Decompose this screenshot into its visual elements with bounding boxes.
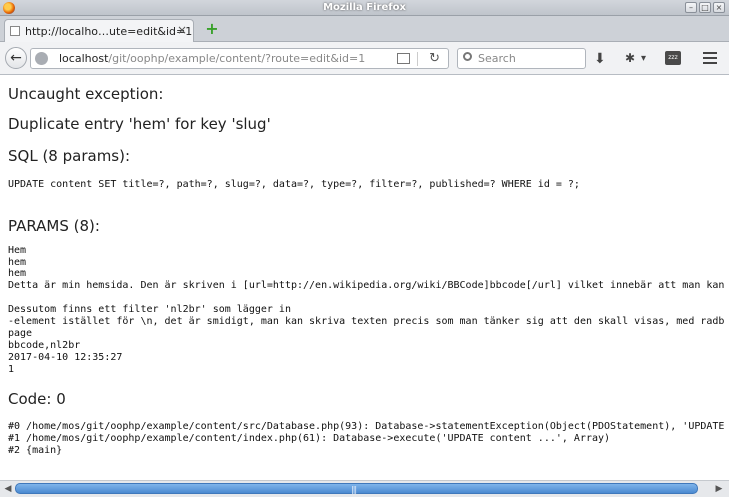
param-line: bbcode,nl2br	[8, 340, 81, 351]
url-host: localhost	[59, 52, 109, 65]
new-tab-plus-icon[interactable]: +	[205, 21, 219, 37]
params-heading: PARAMS (8):	[8, 217, 100, 235]
trace-line: #0 /home/mos/git/oophp/example/content/s…	[8, 421, 725, 432]
tab-close-icon[interactable]: ×	[177, 23, 187, 37]
url-divider	[417, 52, 418, 66]
reader-view-icon[interactable]	[397, 53, 410, 64]
back-arrow-icon[interactable]: ←	[5, 47, 27, 69]
url-bar[interactable]: localhost/git/oophp/example/content/?rou…	[30, 48, 449, 69]
navigation-toolbar: ← localhost/git/oophp/example/content/?r…	[0, 42, 729, 75]
sleep-tabs-icon[interactable]: zzz	[665, 51, 681, 65]
param-line: Hem	[8, 245, 27, 256]
param-line: 1	[8, 364, 15, 375]
window-title: Mozilla Firefox	[323, 2, 406, 13]
chevron-down-icon[interactable]: ▾	[641, 53, 646, 64]
url-path: /git/oophp/example/content/?route=edit&i…	[108, 52, 366, 65]
trace-line: #1 /home/mos/git/oophp/example/content/i…	[8, 433, 611, 444]
url-text[interactable]: localhost/git/oophp/example/content/?rou…	[59, 52, 365, 65]
reload-icon[interactable]: ↻	[429, 51, 440, 66]
scroll-left-arrow-icon[interactable]: ◀	[2, 483, 14, 495]
tab-strip: http://localho…ute=edit&id=1 × +	[0, 16, 729, 42]
tab-label: http://localho…ute=edit&id=1	[25, 25, 193, 38]
search-placeholder: Search	[478, 52, 516, 65]
page-content: Uncaught exception: Duplicate entry 'hem…	[0, 76, 729, 480]
sql-heading: SQL (8 params):	[8, 147, 131, 165]
scrollbar-grip-icon: |||	[351, 485, 357, 494]
scroll-right-arrow-icon[interactable]: ▶	[713, 483, 725, 495]
extension-icon[interactable]: ✱	[625, 51, 635, 65]
horizontal-scrollbar[interactable]: ◀ ||| ▶	[0, 480, 729, 497]
param-line: page	[8, 328, 33, 339]
page-icon	[10, 26, 20, 36]
maximize-button[interactable]: □	[699, 2, 711, 13]
param-line: hem	[8, 268, 27, 279]
param-line: -element istället för \n, det är smidigt…	[8, 316, 725, 327]
param-line: 2017-04-10 12:35:27	[8, 352, 123, 363]
sql-statement: UPDATE content SET title=?, path=?, slug…	[8, 179, 580, 190]
tab-active[interactable]: http://localho…ute=edit&id=1 ×	[4, 19, 194, 42]
param-line: Detta är min hemsida. Den är skriven i […	[8, 280, 725, 291]
search-input[interactable]: Search	[457, 48, 586, 69]
exception-heading: Uncaught exception:	[8, 85, 164, 103]
close-window-button[interactable]: ×	[713, 2, 725, 13]
trace-line: #2 {main}	[8, 445, 63, 456]
minimize-button[interactable]: –	[685, 2, 697, 13]
window-titlebar: Mozilla Firefox – □ ×	[0, 0, 729, 16]
param-line: Dessutom finns ett filter 'nl2br' som lä…	[8, 304, 291, 315]
exception-message: Duplicate entry 'hem' for key 'slug'	[8, 115, 271, 133]
param-line: hem	[8, 257, 27, 268]
scrollbar-thumb[interactable]: |||	[15, 483, 698, 494]
search-icon	[463, 52, 472, 61]
code-heading: Code: 0	[8, 390, 66, 408]
download-arrow-icon[interactable]: ⬇	[594, 51, 606, 67]
hamburger-menu-icon[interactable]	[703, 52, 717, 67]
site-identity-icon[interactable]	[35, 52, 48, 65]
